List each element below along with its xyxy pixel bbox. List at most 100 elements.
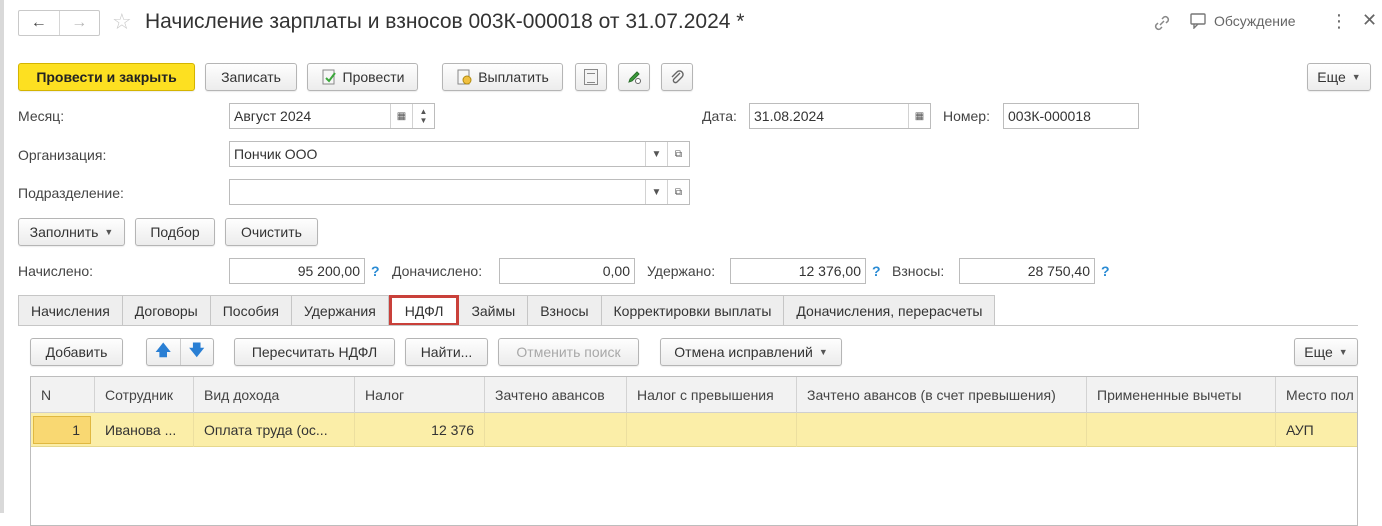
col-place[interactable]: Место пол bbox=[1276, 377, 1357, 413]
post-button[interactable]: Провести bbox=[307, 63, 418, 91]
back-icon[interactable]: ← bbox=[19, 11, 59, 35]
clear-button[interactable]: Очистить bbox=[225, 218, 318, 246]
row-advances-excess[interactable] bbox=[797, 413, 1087, 447]
table-more-button[interactable]: Еще ▼ bbox=[1294, 338, 1358, 366]
clear-label: Очистить bbox=[241, 224, 302, 240]
cancel-fixes-button[interactable]: Отмена исправлений ▼ bbox=[660, 338, 842, 366]
fill-label: Заполнить bbox=[29, 224, 99, 240]
attach-button[interactable] bbox=[661, 63, 693, 91]
row-number[interactable]: 1 bbox=[33, 416, 91, 444]
col-tax-excess[interactable]: Налог с превышения bbox=[627, 377, 797, 413]
withheld-label: Удержано: bbox=[647, 263, 716, 279]
close-icon[interactable]: ✕ bbox=[1362, 10, 1377, 31]
col-advances-excess[interactable]: Зачтено авансов (в счет превышения) bbox=[797, 377, 1087, 413]
link-icon[interactable] bbox=[1152, 13, 1172, 33]
tab-recalculations[interactable]: Доначисления, перерасчеты bbox=[784, 295, 996, 326]
col-advances[interactable]: Зачтено авансов bbox=[485, 377, 627, 413]
arrow-up-icon[interactable]: 🡅 bbox=[147, 340, 180, 365]
more-button[interactable]: Еще ▼ bbox=[1307, 63, 1371, 91]
spin-icon[interactable]: ▲ ▼ bbox=[412, 104, 434, 128]
table-more-label: Еще bbox=[1304, 344, 1333, 360]
dropdown-icon[interactable]: ▼ bbox=[645, 180, 667, 204]
accrued-label: Начислено: bbox=[18, 263, 94, 279]
chevron-down-icon: ▼ bbox=[1338, 347, 1348, 357]
more-vert-icon[interactable]: ⋮ bbox=[1330, 11, 1348, 32]
tab-contracts[interactable]: Договоры bbox=[122, 295, 211, 326]
month-value: Август 2024 bbox=[234, 108, 312, 124]
tab-benefits[interactable]: Пособия bbox=[210, 295, 292, 326]
extra-field: 0,00 bbox=[499, 258, 635, 284]
number-value: 003К-000018 bbox=[1008, 108, 1091, 124]
date-field[interactable]: 31.08.2024 ▦ bbox=[749, 103, 931, 129]
post-and-close-button[interactable]: Провести и закрыть bbox=[18, 63, 195, 91]
tab-loans[interactable]: Займы bbox=[459, 295, 529, 326]
page-title: Начисление зарплаты и взносов 003К-00001… bbox=[145, 10, 745, 33]
pick-label: Подбор bbox=[150, 224, 200, 240]
open-icon[interactable]: ⧉ bbox=[667, 142, 689, 166]
row-income-type[interactable]: Оплата труда (ос... bbox=[194, 413, 355, 447]
save-label: Записать bbox=[221, 69, 281, 85]
discussion-link[interactable]: Обсуждение bbox=[1190, 13, 1296, 29]
chevron-down-icon: ▼ bbox=[1351, 72, 1361, 82]
month-label: Месяц: bbox=[18, 108, 65, 124]
col-n[interactable]: N bbox=[31, 377, 95, 413]
tab-deductions[interactable]: Удержания bbox=[291, 295, 389, 326]
find-button[interactable]: Найти... bbox=[405, 338, 488, 366]
recalc-label: Пересчитать НДФЛ bbox=[251, 344, 378, 360]
col-deductions[interactable]: Примененные вычеты bbox=[1087, 377, 1276, 413]
post-and-close-label: Провести и закрыть bbox=[36, 69, 177, 85]
date-label: Дата: bbox=[702, 108, 737, 124]
col-tax[interactable]: Налог bbox=[355, 377, 485, 413]
dept-field[interactable]: ▼ ⧉ bbox=[229, 179, 690, 205]
favorite-star-icon[interactable]: ☆ bbox=[112, 9, 132, 35]
tab-accruals[interactable]: Начисления bbox=[18, 295, 123, 326]
fill-button[interactable]: Заполнить ▼ bbox=[18, 218, 125, 246]
report-button[interactable] bbox=[575, 63, 607, 91]
contrib-help-icon[interactable]: ? bbox=[1101, 263, 1110, 279]
pay-button[interactable]: Выплатить bbox=[442, 63, 563, 91]
accrued-help-icon[interactable]: ? bbox=[371, 263, 380, 279]
table-row[interactable]: 1 Иванова ... Оплата труда (ос... 12 376… bbox=[31, 413, 1357, 447]
row-place[interactable]: АУП bbox=[1276, 413, 1357, 447]
save-button[interactable]: Записать bbox=[205, 63, 297, 91]
cancel-search-button[interactable]: Отменить поиск bbox=[498, 338, 639, 366]
pencil-icon bbox=[628, 71, 641, 84]
row-tax-excess[interactable] bbox=[627, 413, 797, 447]
post-label: Провести bbox=[342, 69, 405, 85]
col-employee[interactable]: Сотрудник bbox=[95, 377, 194, 413]
open-icon[interactable]: ⧉ bbox=[667, 180, 689, 204]
row-advances[interactable] bbox=[485, 413, 627, 447]
month-field[interactable]: Август 2024 ▦ ▲ ▼ bbox=[229, 103, 435, 129]
dept-label: Подразделение: bbox=[18, 185, 124, 201]
calendar-icon[interactable]: ▦ bbox=[908, 104, 930, 128]
add-button[interactable]: Добавить bbox=[30, 338, 123, 366]
org-label: Организация: bbox=[18, 147, 107, 163]
calendar-icon[interactable]: ▦ bbox=[390, 104, 412, 128]
org-value: Пончик ООО bbox=[234, 146, 318, 162]
arrow-down-icon[interactable]: 🡇 bbox=[181, 340, 214, 365]
nav-buttons: ← → bbox=[18, 10, 100, 36]
col-income-type[interactable]: Вид дохода bbox=[194, 377, 355, 413]
withheld-help-icon[interactable]: ? bbox=[872, 263, 881, 279]
row-tax[interactable]: 12 376 bbox=[355, 413, 485, 447]
pay-icon bbox=[457, 69, 472, 85]
paperclip-icon bbox=[671, 70, 684, 84]
dropdown-icon[interactable]: ▼ bbox=[645, 142, 667, 166]
edit-button[interactable] bbox=[618, 63, 650, 91]
chevron-down-icon: ▼ bbox=[818, 347, 828, 357]
tab-payment-corrections[interactable]: Корректировки выплаты bbox=[601, 295, 785, 326]
accrued-field: 95 200,00 bbox=[229, 258, 365, 284]
row-employee[interactable]: Иванова ... bbox=[95, 413, 194, 447]
recalc-ndfl-button[interactable]: Пересчитать НДФЛ bbox=[234, 338, 395, 366]
pick-button[interactable]: Подбор bbox=[135, 218, 215, 246]
tab-ndfl[interactable]: НДФЛ bbox=[388, 295, 460, 326]
report-icon bbox=[584, 69, 598, 85]
ndfl-table[interactable]: N Сотрудник Вид дохода Налог Зачтено ава… bbox=[30, 376, 1358, 526]
number-field[interactable]: 003К-000018 bbox=[1003, 103, 1139, 129]
tab-contributions[interactable]: Взносы bbox=[528, 295, 602, 326]
org-field[interactable]: Пончик ООО ▼ ⧉ bbox=[229, 141, 690, 167]
forward-icon[interactable]: → bbox=[58, 11, 100, 35]
withheld-value: 12 376,00 bbox=[798, 263, 861, 279]
row-deductions[interactable] bbox=[1087, 413, 1276, 447]
add-label: Добавить bbox=[45, 344, 108, 360]
